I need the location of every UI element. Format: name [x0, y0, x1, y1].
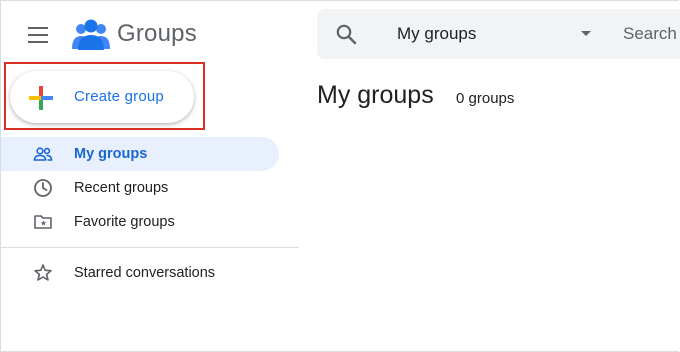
- app-name: Groups: [117, 20, 197, 47]
- sidebar-item-favorite-groups[interactable]: Favorite groups: [1, 205, 279, 239]
- group-count: 0 groups: [456, 90, 515, 107]
- sidebar-divider: [1, 247, 299, 248]
- page-title: My groups: [317, 81, 434, 109]
- main-menu-icon[interactable]: [25, 23, 53, 47]
- sidebar-item-label: Starred conversations: [74, 265, 216, 281]
- star-outline-icon: [33, 263, 53, 283]
- chevron-down-icon[interactable]: [581, 31, 591, 36]
- app-window: Groups My groups Search Create group My …: [0, 0, 680, 352]
- sidebar-item-label: My groups: [74, 146, 148, 162]
- sidebar-item-label: Favorite groups: [74, 214, 175, 230]
- sidebar-item-my-groups[interactable]: My groups: [1, 137, 279, 171]
- search-input[interactable]: Search: [623, 24, 677, 44]
- search-icon[interactable]: [335, 23, 357, 45]
- sidebar-item-starred-conversations[interactable]: Starred conversations: [1, 256, 279, 290]
- search-scope-select[interactable]: My groups: [397, 24, 476, 44]
- create-group-button[interactable]: Create group: [10, 71, 194, 123]
- sidebar-item-label: Recent groups: [74, 180, 169, 196]
- groups-logo-icon[interactable]: [71, 16, 111, 52]
- create-group-label: Create group: [74, 88, 164, 105]
- star-folder-icon: [33, 212, 53, 232]
- clock-icon: [33, 178, 53, 198]
- search-bar[interactable]: My groups Search: [317, 9, 680, 59]
- sidebar-item-recent-groups[interactable]: Recent groups: [1, 171, 279, 205]
- people-outline-icon: [33, 144, 53, 164]
- plus-icon: [28, 85, 54, 111]
